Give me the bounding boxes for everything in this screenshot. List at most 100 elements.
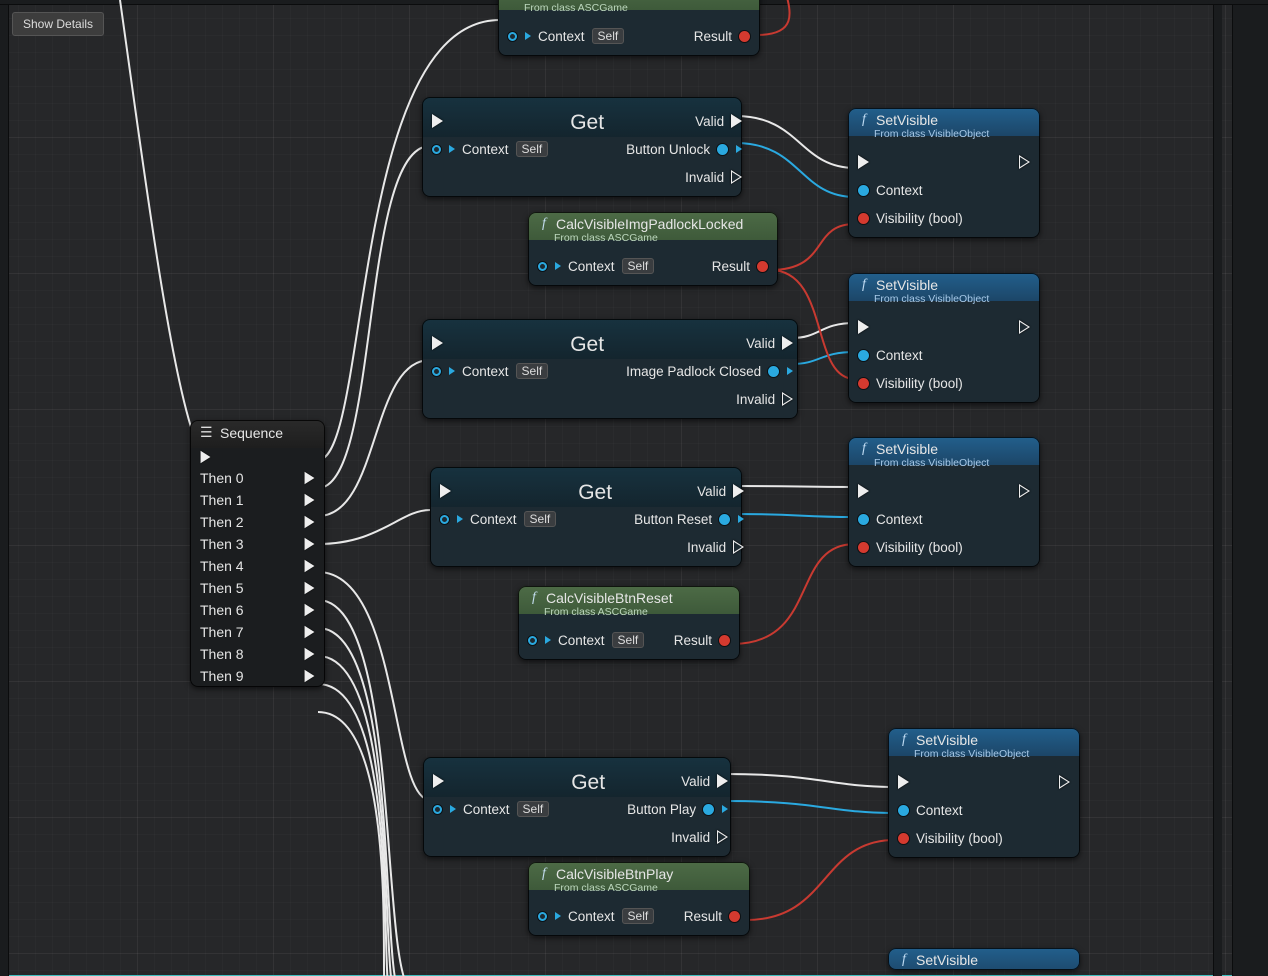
- exec-out-pin[interactable]: [717, 774, 728, 788]
- self-chip[interactable]: Self: [622, 908, 655, 924]
- pin-out[interactable]: [739, 31, 750, 42]
- pin-out[interactable]: [719, 635, 730, 646]
- pin-out[interactable]: [768, 366, 779, 377]
- self-chip[interactable]: Self: [516, 141, 549, 157]
- exec-in-pin[interactable]: [898, 775, 909, 789]
- exec-out-pin[interactable]: [731, 170, 742, 184]
- pin-in[interactable]: [432, 367, 441, 376]
- node-calc-top[interactable]: f From class ASCGame ContextSelf Result: [498, 0, 760, 56]
- exec-out-pin[interactable]: [305, 560, 315, 573]
- pin-out[interactable]: [717, 144, 728, 155]
- pin-in[interactable]: [508, 32, 517, 41]
- sequence-then-row: Then 2: [190, 511, 325, 533]
- exec-in-pin[interactable]: [858, 484, 869, 498]
- exec-out-pin[interactable]: [731, 114, 742, 128]
- node-get-button-reset[interactable]: ContextSelf Get Valid Button Reset Inval…: [430, 467, 742, 567]
- exec-out-pin[interactable]: [305, 516, 315, 529]
- node-calc-btn-reset[interactable]: fCalcVisibleBtnReset From class ASCGame …: [518, 586, 740, 660]
- node-setvisible-4[interactable]: fSetVisible From class VisibleObject Con…: [888, 728, 1080, 858]
- node-setvisible-2[interactable]: fSetVisible From class VisibleObject Con…: [848, 273, 1040, 403]
- exec-out-pin[interactable]: [305, 582, 315, 595]
- pin-in[interactable]: [858, 213, 869, 224]
- pin-in[interactable]: [858, 542, 869, 553]
- node-subtitle: From class ASCGame: [528, 882, 750, 900]
- exec-out-pin[interactable]: [1019, 320, 1030, 334]
- sequence-then-row: Then 4: [190, 555, 325, 577]
- exec-in-pin[interactable]: [440, 484, 451, 498]
- exec-out-pin[interactable]: [1019, 484, 1030, 498]
- self-chip[interactable]: Self: [612, 632, 645, 648]
- exec-out-pin[interactable]: [733, 484, 744, 498]
- exec-out-pin[interactable]: [305, 670, 315, 683]
- pin-in[interactable]: [858, 378, 869, 389]
- pin-out[interactable]: [757, 261, 768, 272]
- function-icon: f: [898, 952, 910, 968]
- node-title: Get: [565, 771, 611, 847]
- node-setvisible-1[interactable]: fSetVisible From class VisibleObject Con…: [848, 108, 1040, 238]
- exec-out-pin[interactable]: [305, 626, 315, 639]
- node-subtitle: From class VisibleObject: [848, 457, 1040, 475]
- exec-in-pin[interactable]: [432, 336, 443, 350]
- exec-in-pin[interactable]: [858, 155, 869, 169]
- node-title: Get: [564, 333, 610, 409]
- exec-out-pin[interactable]: [717, 830, 728, 844]
- node-calc-padlock[interactable]: fCalcVisibleImgPadlockLocked From class …: [528, 212, 778, 286]
- pin-in[interactable]: [538, 912, 547, 921]
- node-sequence[interactable]: ☰Sequence Then 0Then 1Then 2Then 3Then 4…: [190, 420, 325, 687]
- self-chip[interactable]: Self: [517, 801, 550, 817]
- exec-out-pin[interactable]: [305, 538, 315, 551]
- node-get-padlock[interactable]: ContextSelf Get Valid Image Padlock Clos…: [422, 319, 798, 419]
- sequence-then-row: Then 3: [190, 533, 325, 555]
- pin-in[interactable]: [858, 350, 869, 361]
- exec-in-pin[interactable]: [858, 320, 869, 334]
- pin-in[interactable]: [432, 145, 441, 154]
- pin-out[interactable]: [719, 514, 730, 525]
- node-title: SetVisible: [876, 441, 938, 457]
- node-title: SetVisible: [876, 112, 938, 128]
- pin-in[interactable]: [440, 515, 449, 524]
- exec-in-pin[interactable]: [432, 114, 443, 128]
- exec-out-pin[interactable]: [782, 336, 793, 350]
- sequence-then-row: Then 1: [190, 489, 325, 511]
- function-icon: f: [528, 590, 540, 606]
- function-icon: f: [508, 0, 520, 2]
- exec-out-pin[interactable]: [1059, 775, 1070, 789]
- pin-out[interactable]: [703, 804, 714, 815]
- pin-in[interactable]: [898, 833, 909, 844]
- node-get-button-unlock[interactable]: ContextSelf Get Valid Button Unlock Inva…: [422, 97, 742, 197]
- function-icon: f: [898, 732, 910, 748]
- self-chip[interactable]: Self: [622, 258, 655, 274]
- pin-in[interactable]: [898, 805, 909, 816]
- sequence-then-row: Then 5: [190, 577, 325, 599]
- exec-in-pin[interactable]: [201, 451, 211, 464]
- self-chip[interactable]: Self: [516, 363, 549, 379]
- exec-out-pin[interactable]: [305, 494, 315, 507]
- pin-out[interactable]: [729, 911, 740, 922]
- self-chip[interactable]: Self: [592, 28, 625, 44]
- exec-out-pin[interactable]: [733, 540, 744, 554]
- exec-out-pin[interactable]: [305, 648, 315, 661]
- pin-in[interactable]: [538, 262, 547, 271]
- pin-in[interactable]: [858, 185, 869, 196]
- sequence-then-row: Then 9: [190, 665, 325, 687]
- exec-in-pin[interactable]: [433, 774, 444, 788]
- pin-in[interactable]: [858, 514, 869, 525]
- node-setvisible-5[interactable]: fSetVisible: [888, 948, 1080, 970]
- exec-out-pin[interactable]: [305, 604, 315, 617]
- exec-out-pin[interactable]: [782, 392, 793, 406]
- function-icon: f: [538, 866, 550, 882]
- node-title: Sequence: [220, 425, 283, 441]
- sequence-then-row: Then 6: [190, 599, 325, 621]
- show-details-button[interactable]: Show Details: [12, 12, 104, 36]
- node-get-button-play[interactable]: ContextSelf Get Valid Button Play Invali…: [423, 757, 731, 857]
- self-chip[interactable]: Self: [524, 511, 557, 527]
- exec-out-pin[interactable]: [305, 472, 315, 485]
- node-setvisible-3[interactable]: fSetVisible From class VisibleObject Con…: [848, 437, 1040, 567]
- exec-out-pin[interactable]: [1019, 155, 1030, 169]
- function-icon: f: [858, 441, 870, 457]
- node-subtitle: From class ASCGame: [528, 232, 778, 250]
- node-calc-btn-play[interactable]: fCalcVisibleBtnPlay From class ASCGame C…: [528, 862, 750, 936]
- pin-in[interactable]: [433, 805, 442, 814]
- node-subtitle: From class ASCGame: [518, 606, 740, 624]
- pin-in[interactable]: [528, 636, 537, 645]
